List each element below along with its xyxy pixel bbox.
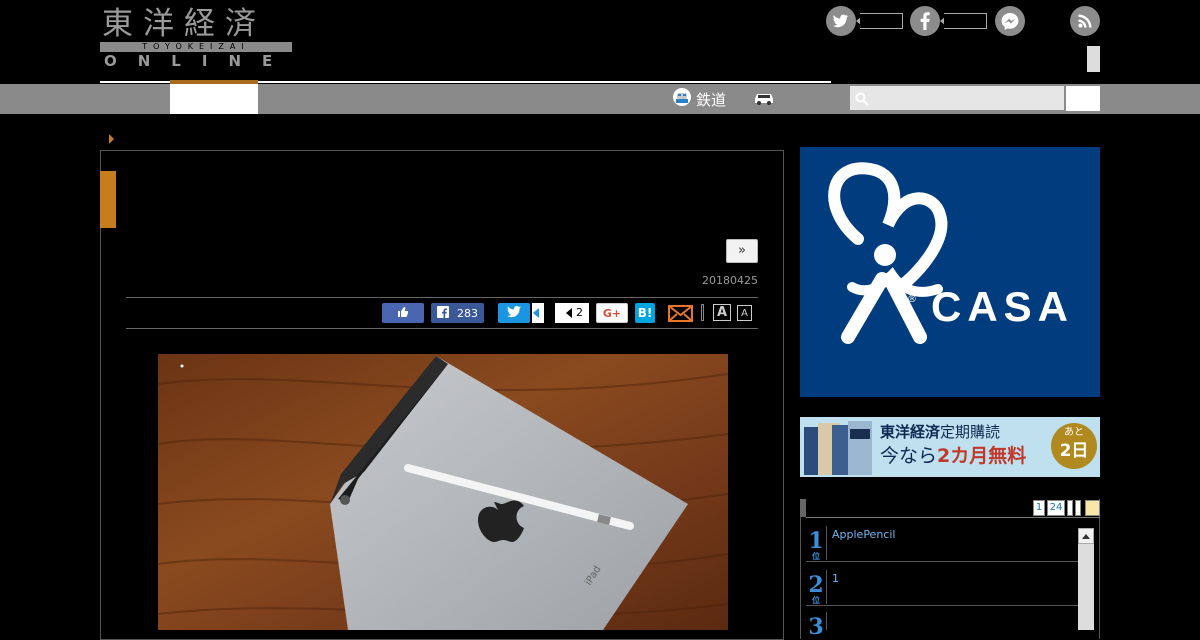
article-photo: iPad: [158, 354, 728, 630]
ranking-item-2[interactable]: 1: [832, 572, 839, 585]
facebook-share-button[interactable]: 283: [431, 303, 484, 323]
ranking-header-marker: [800, 499, 806, 517]
subscription-countdown-badge: あと 2日: [1051, 423, 1097, 469]
pocket-share-count[interactable]: 2: [555, 303, 589, 323]
ranking-tab-3[interactable]: [1067, 500, 1073, 516]
facebook-count[interactable]: [944, 13, 987, 29]
next-page-button[interactable]: »: [726, 239, 758, 263]
casa-ad-banner[interactable]: ® CASA: [800, 147, 1100, 397]
font-size-large-button[interactable]: A: [713, 304, 731, 321]
like-button[interactable]: [382, 303, 424, 323]
search-input[interactable]: [850, 86, 1064, 110]
font-size-small-button[interactable]: A: [737, 305, 752, 321]
twitter-icon[interactable]: [826, 6, 856, 36]
search-button[interactable]: [1066, 86, 1100, 111]
subscription-line2-pre: 今なら: [880, 445, 938, 467]
ranking-divider-1: [826, 526, 827, 560]
logo-online: ONLINE: [104, 52, 294, 70]
hatena-bookmark-button[interactable]: B!: [635, 303, 655, 323]
ranking-row-separator-1: [806, 561, 1078, 562]
twitter-share-count-notch: [533, 308, 539, 318]
share-bar-top-divider: [126, 297, 758, 298]
ranking-header-line: [806, 517, 1100, 518]
subscription-brand: 東洋経済: [880, 423, 941, 441]
share-separator: [701, 304, 704, 321]
ranking-number-2: 2 位: [806, 574, 826, 604]
logo-kanji: 東洋経済: [102, 6, 266, 42]
search-icon: [855, 91, 869, 110]
scroll-up-arrow-icon[interactable]: [1078, 528, 1094, 544]
ranking-number-3: 3: [806, 616, 826, 638]
article-date: 20180425: [702, 274, 758, 287]
twitter-share-icon: [507, 305, 521, 321]
twitter-share-button[interactable]: [498, 303, 530, 323]
badge-top: あと: [1064, 427, 1084, 438]
train-icon: [672, 87, 692, 111]
ranking-number-1: 1 位: [806, 530, 826, 560]
thumbs-up-icon: [397, 306, 409, 321]
subscription-ad-banner[interactable]: 東洋経済定期購読 今なら2カ月無料 あと 2日: [800, 417, 1100, 477]
magazine-stack-icon: [804, 421, 874, 475]
nav-item-rail[interactable]: 鉄道: [672, 86, 726, 112]
logo-romaji: TOYOKEIZAI: [142, 42, 250, 51]
ranking-divider-2: [826, 570, 827, 604]
ranking-tab-1[interactable]: 1: [1033, 500, 1045, 516]
facebook-share-count: 283: [457, 306, 478, 320]
subscription-line1: 定期購読: [940, 423, 1001, 441]
nav-rail-label: 鉄道: [696, 90, 727, 109]
ranking-item-1[interactable]: ApplePencil: [832, 528, 895, 541]
ranking-tab-24[interactable]: 24: [1047, 500, 1065, 516]
svg-text:®: ®: [907, 294, 917, 305]
badge-bottom: 2日: [1059, 441, 1089, 461]
rss-icon[interactable]: [1070, 6, 1100, 36]
car-icon[interactable]: [752, 90, 776, 110]
facebook-share-icon: [437, 305, 449, 321]
ranking-panel: [800, 499, 1100, 639]
twitter-count[interactable]: [860, 13, 903, 29]
google-plus-share-button[interactable]: G+: [596, 303, 628, 323]
ranking-tab-4[interactable]: [1075, 500, 1081, 516]
site-logo[interactable]: 東洋経済 TOYOKEIZAI ONLINE: [100, 6, 292, 70]
header-small-box[interactable]: [1087, 46, 1100, 72]
messenger-icon[interactable]: [995, 6, 1025, 36]
breadcrumb-arrow-icon: [109, 134, 114, 144]
ranking-row-separator-2: [806, 605, 1078, 606]
logo-band: TOYOKEIZAI: [100, 42, 292, 52]
ranking-tab-5[interactable]: [1085, 500, 1100, 516]
ranking-number-3-value: 3: [808, 614, 824, 640]
facebook-icon[interactable]: [910, 6, 940, 36]
nav-tab-active[interactable]: [170, 84, 258, 114]
pocket-share-notch: [566, 308, 572, 318]
ranking-divider-3: [826, 612, 827, 630]
casa-ad-text: CASA: [931, 283, 1075, 330]
casa-logo-icon: ®: [828, 162, 948, 344]
subscription-line2-em: 2カ月無料: [937, 445, 1027, 467]
article-category-marker: [100, 171, 116, 228]
mail-icon[interactable]: [668, 303, 693, 327]
share-bar-bottom-divider: [126, 328, 758, 329]
